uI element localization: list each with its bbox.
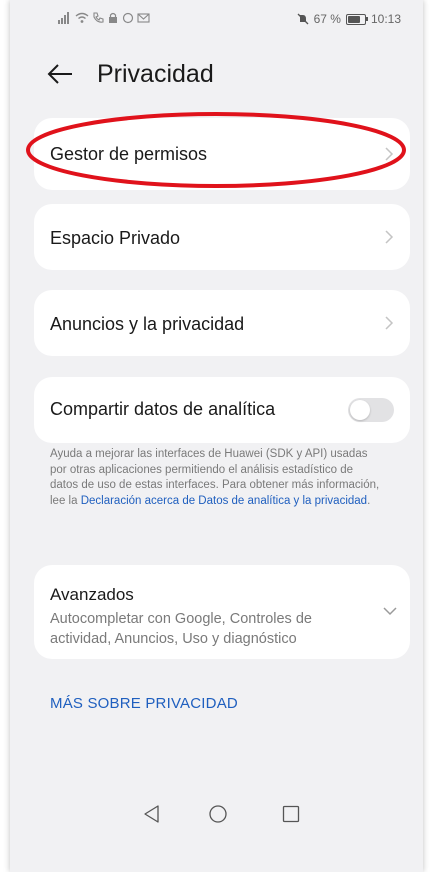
mail-icon xyxy=(137,13,150,23)
chevron-down-icon[interactable] xyxy=(382,606,398,616)
battery-icon xyxy=(345,13,368,25)
gestor-label: Gestor de permisos xyxy=(50,144,208,164)
analytics-toggle[interactable] xyxy=(348,398,394,422)
gestor-de-permisos-item[interactable]: Gestor de permisos xyxy=(34,118,410,190)
status-time: 10:13 xyxy=(370,12,401,26)
status-bar: 67 % 10:13 xyxy=(10,0,423,40)
espacio-privado-item[interactable]: Espacio Privado xyxy=(34,204,410,270)
analytics-privacy-link[interactable]: Declaración acerca de Datos de analítica… xyxy=(81,495,367,507)
nav-recent-apps-icon[interactable] xyxy=(281,804,301,824)
chevron-right-icon xyxy=(385,230,394,244)
mas-sobre-privacidad-link[interactable]: MÁS SOBRE PRIVACIDAD xyxy=(50,695,238,712)
toggle-knob xyxy=(350,400,370,420)
header: Privacidad xyxy=(10,52,423,96)
chevron-right-icon xyxy=(385,147,394,161)
avanzados-item[interactable]: Avanzados Autocompletar con Google, Cont… xyxy=(34,565,410,659)
anuncios-privacidad-item[interactable]: Anuncios y la privacidad xyxy=(34,290,410,356)
avanzados-title: Avanzados xyxy=(50,585,134,604)
wifi-icon xyxy=(75,12,89,23)
circle-icon xyxy=(122,12,134,24)
anuncios-label: Anuncios y la privacidad xyxy=(50,314,245,334)
analytics-description: Ayuda a mejorar las interfaces de Huawei… xyxy=(50,447,380,509)
phone-screen: 67 % 10:13 Privacidad Gestor de permisos… xyxy=(10,0,423,872)
call-icon xyxy=(93,12,104,23)
espacio-label: Espacio Privado xyxy=(50,228,181,248)
battery-percent: 67 % xyxy=(313,12,341,26)
signal-icon xyxy=(58,12,69,24)
lock-icon xyxy=(109,12,117,23)
navigation-bar xyxy=(10,790,423,840)
chevron-right-icon xyxy=(385,316,394,330)
nav-home-icon[interactable] xyxy=(208,804,228,824)
compartir-datos-item: Compartir datos de analítica xyxy=(34,377,410,443)
avanzados-subtitle: Autocompletar con Google, Controles de a… xyxy=(50,611,312,647)
status-icons-right: 67 % 10:13 xyxy=(297,12,401,26)
mute-icon xyxy=(297,13,309,25)
nav-back-icon[interactable] xyxy=(142,804,162,824)
status-icons-left xyxy=(58,12,150,24)
analytics-description-suffix: . xyxy=(367,494,371,507)
page-title: Privacidad xyxy=(97,60,214,88)
back-arrow-icon[interactable] xyxy=(46,62,74,86)
compartir-label: Compartir datos de analítica xyxy=(50,399,276,419)
